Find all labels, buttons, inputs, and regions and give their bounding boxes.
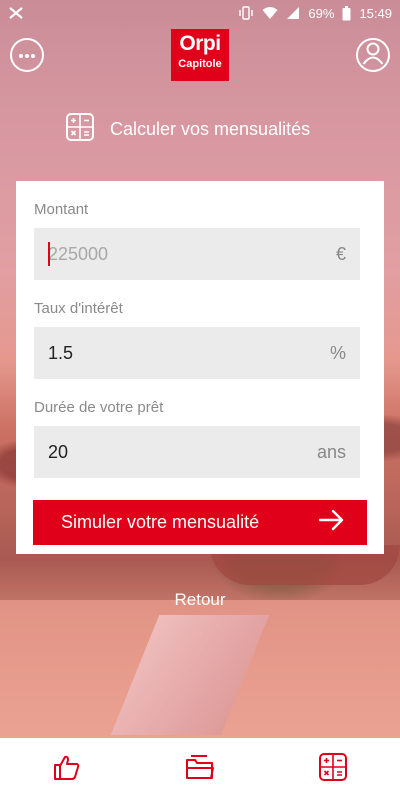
battery-icon [342,5,351,21]
duration-unit: ans [316,441,346,462]
amount-label: Montant [34,201,89,218]
logo-brand: Orpi [179,32,221,55]
folder-icon [185,754,215,785]
back-link[interactable]: Retour [0,590,400,610]
user-icon [362,41,384,70]
text-cursor [48,242,50,266]
nav-favorites[interactable] [37,744,97,794]
simulate-button[interactable]: Simuler votre mensualité [33,500,367,545]
app-notification-icon [8,5,24,21]
orpi-logo: Orpi Capitole [171,29,229,81]
calculator-heading: Calculer vos mensualités [66,113,310,146]
status-bar: 69% 15:49 [0,0,400,26]
rate-input[interactable] [48,342,330,364]
duration-label: Durée de votre prêt [34,399,164,416]
signal-icon [286,6,300,20]
clock: 15:49 [359,5,392,21]
amount-input[interactable] [48,243,336,265]
nav-calculator[interactable] [303,744,363,794]
thumbs-up-icon [53,753,81,786]
menu-button[interactable] [10,38,44,72]
duration-field-container[interactable]: ans [34,426,360,478]
nav-folder[interactable] [170,744,230,794]
loan-calculator-form: Montant € Taux d'intérêt % Durée de votr… [16,181,384,554]
simulate-button-label: Simuler votre mensualité [61,512,260,532]
rate-label: Taux d'intérêt [34,300,123,317]
amount-field-container[interactable]: € [34,228,360,280]
bottom-nav [0,738,400,800]
battery-percent: 69% [308,5,335,21]
calculator-icon [66,113,94,146]
arrow-right-icon [318,509,345,536]
profile-button[interactable] [356,38,390,72]
rate-field-container[interactable]: % [34,327,360,379]
more-dots-icon [18,46,36,64]
wifi-icon [262,6,278,20]
amount-unit: € [335,243,346,264]
calculator-icon [319,752,348,786]
vibrate-icon [238,6,254,20]
calculator-title: Calculer vos mensualités [110,119,311,139]
logo-agency: Capitole [178,58,222,70]
duration-input[interactable] [48,441,317,463]
rate-unit: % [329,342,346,363]
